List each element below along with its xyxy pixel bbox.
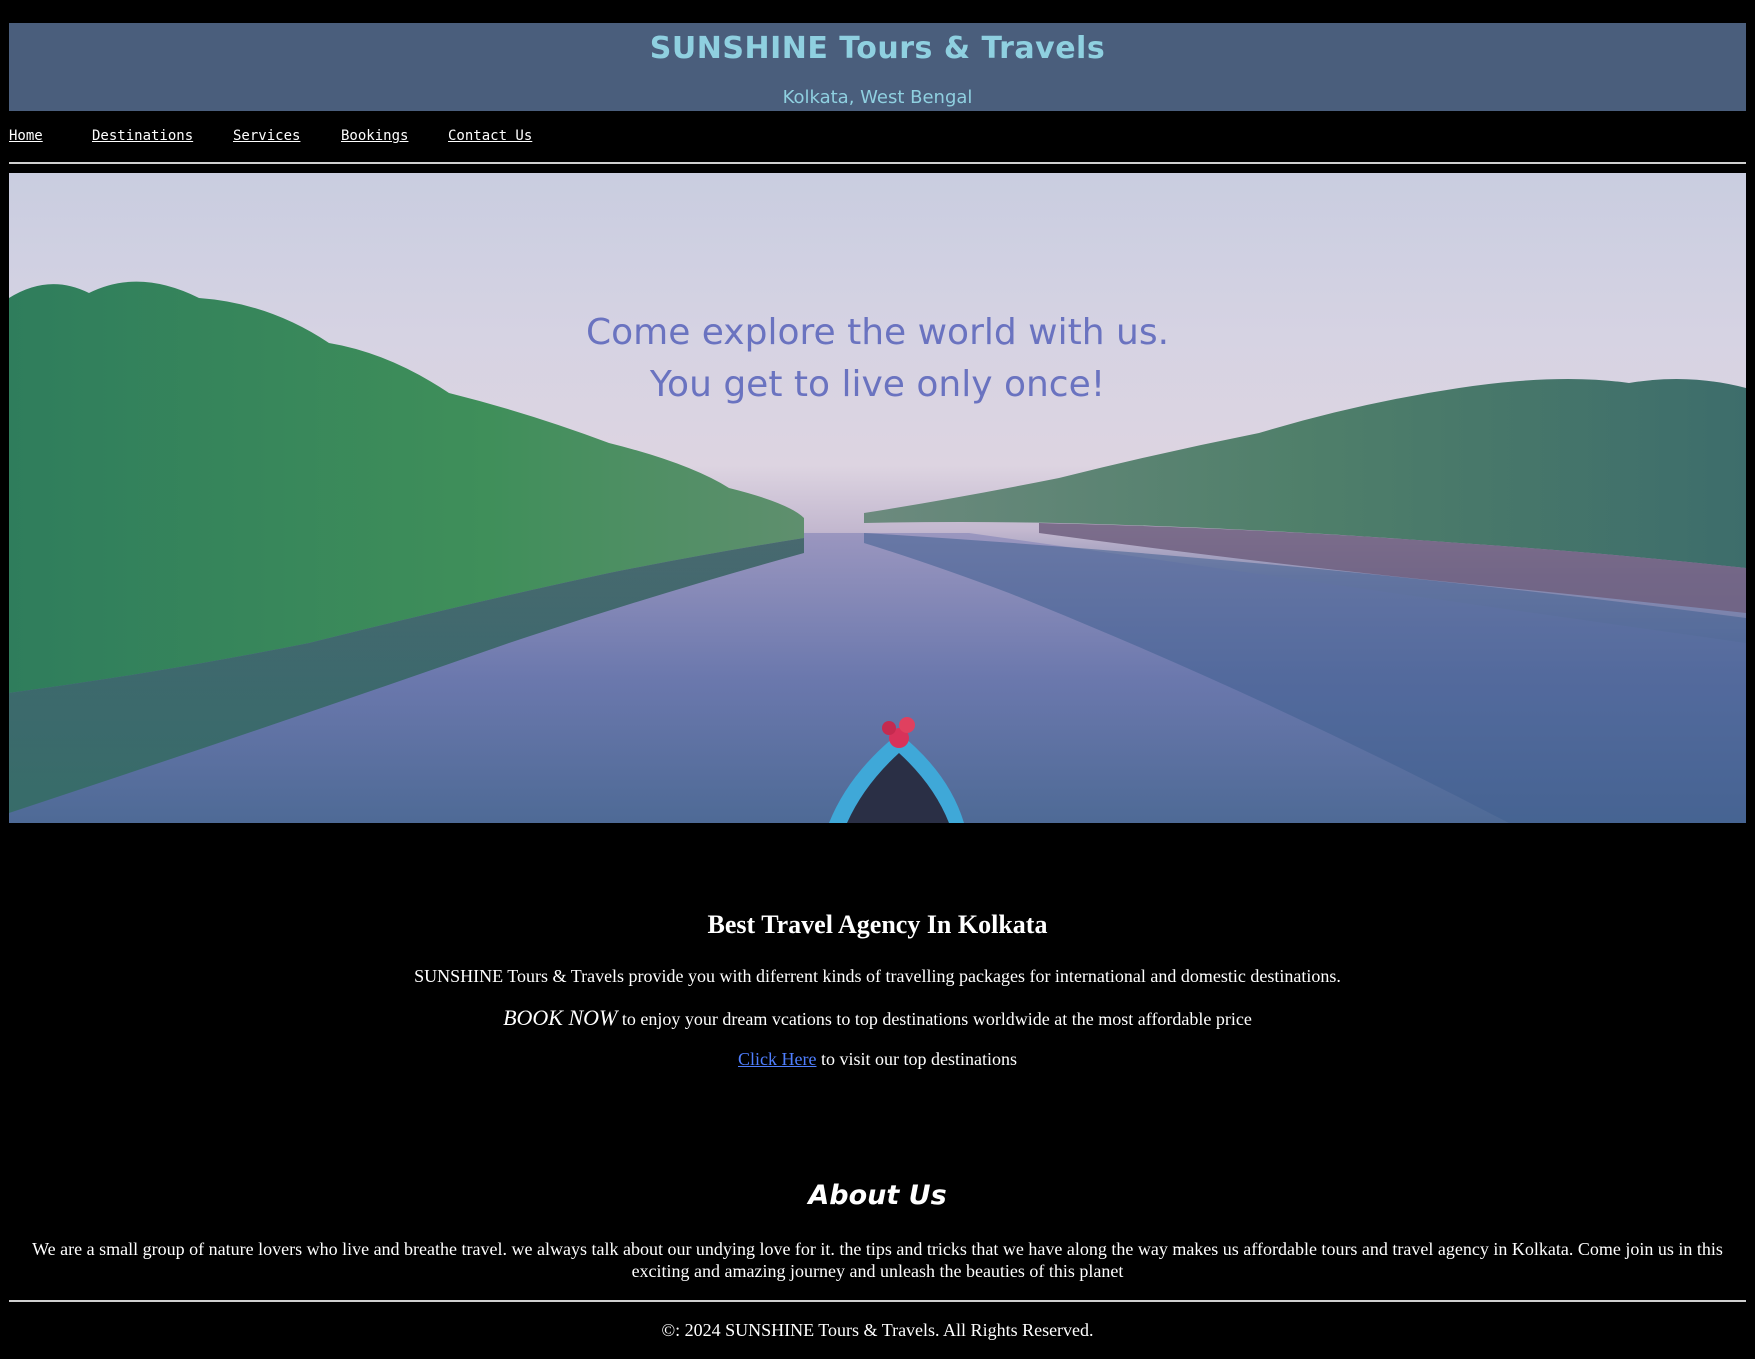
nav-services[interactable]: Services: [233, 128, 300, 144]
site-location: Kolkata, West Bengal: [782, 87, 973, 108]
top-divider: [9, 162, 1746, 164]
click-here-link[interactable]: Click Here: [738, 1049, 816, 1069]
agency-heading: Best Travel Agency In Kolkata: [707, 910, 1048, 939]
book-now-line: BOOK NOW to enjoy your dream vcations to…: [0, 1005, 1755, 1031]
about-text: We are a small group of nature lovers wh…: [32, 1239, 1723, 1281]
nav-bookings[interactable]: Bookings: [341, 128, 408, 144]
bottom-divider: [9, 1300, 1746, 1302]
site-title: SUNSHINE Tours & Travels: [649, 31, 1106, 66]
nav-contact-us[interactable]: Contact Us: [448, 128, 532, 144]
destinations-link-line: Click Here to visit our top destinations: [0, 1049, 1755, 1070]
agency-description: SUNSHINE Tours & Travels provide you wit…: [414, 966, 1341, 986]
nav-home[interactable]: Home: [9, 128, 43, 144]
hero-tagline: Come explore the world with us. You get …: [9, 307, 1746, 411]
book-now-text: BOOK NOW: [503, 1005, 618, 1030]
hero-tagline-line-1: Come explore the world with us.: [585, 312, 1170, 353]
book-now-rest: to enjoy your dream vcations to top dest…: [617, 1009, 1252, 1029]
about-heading: About Us: [808, 1180, 947, 1211]
hero-tagline-line-2: You get to live only once!: [649, 364, 1106, 405]
site-header: SUNSHINE Tours & Travels Kolkata, West B…: [9, 23, 1746, 111]
hero-landscape-image: [9, 281, 1746, 823]
hero-banner: Come explore the world with us. You get …: [9, 173, 1746, 823]
footer-copyright: ©: 2024 SUNSHINE Tours & Travels. All Ri…: [661, 1320, 1094, 1340]
click-here-rest: to visit our top destinations: [816, 1049, 1017, 1069]
nav-destinations[interactable]: Destinations: [92, 128, 193, 144]
